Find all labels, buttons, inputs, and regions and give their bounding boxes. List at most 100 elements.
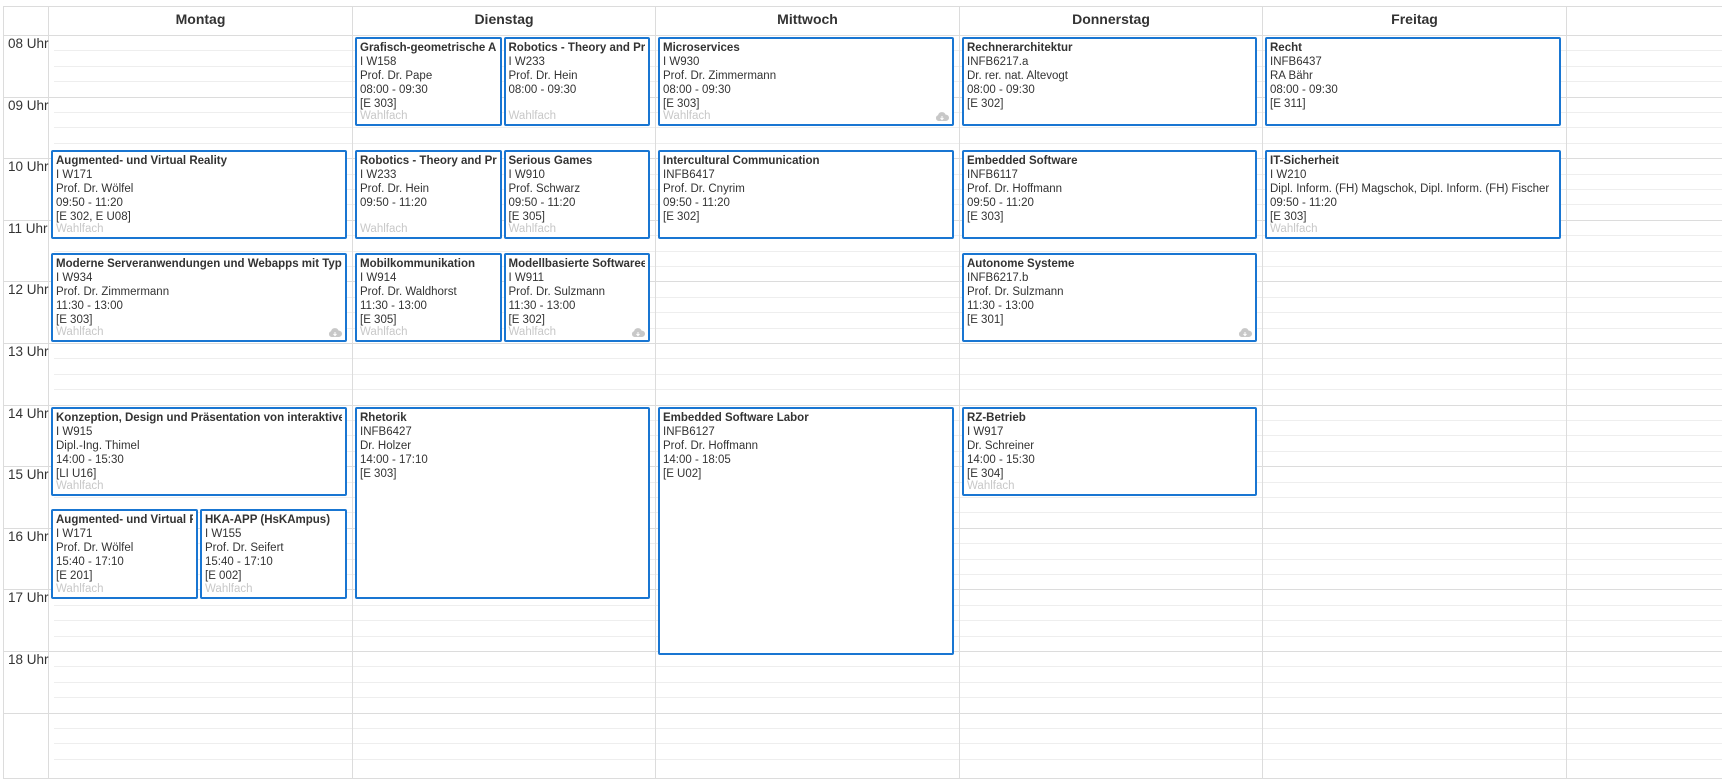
day-header-mittwoch: Mittwoch xyxy=(656,7,959,36)
course-time: 09:50 - 11:20 xyxy=(967,196,1034,209)
course-room: [E 303] xyxy=(967,210,1004,223)
course-code: I W910 xyxy=(508,168,545,181)
course-lecturer: Dr. Holzer xyxy=(360,439,412,452)
hour-label: 15 Uhr xyxy=(8,467,49,483)
day-header-dienstag: Dienstag xyxy=(353,7,655,36)
elective-badge: Wahlfach xyxy=(360,325,408,338)
course-lecturer: Prof. Dr. Hein xyxy=(508,70,578,82)
course-room: [E 303] xyxy=(360,98,397,110)
course-event[interactable]: Rhetorik INFB6427 Dr. Holzer 14:00 - 17:10[… xyxy=(355,406,650,599)
course-room: [E 303] xyxy=(1270,210,1307,223)
hour-label: 13 Uhr xyxy=(8,344,49,359)
course-code: I W915 xyxy=(56,425,93,438)
course-title: Embedded Software xyxy=(967,154,1078,167)
course-room: [E 302] xyxy=(663,210,700,223)
course-event[interactable]: Mobilkommunikation I W914 Prof. Dr. Waldho… xyxy=(355,252,502,342)
course-lecturer: Dr. rer. nat. Altevogt xyxy=(967,70,1068,82)
course-event[interactable]: RZ-Betrieb I W917 Dr. Schreiner 14:00 - 15:… xyxy=(962,406,1257,496)
course-code: I W233 xyxy=(360,168,397,181)
course-code: INFB6427 xyxy=(360,425,412,438)
course-time: 14:00 - 15:30 xyxy=(56,453,124,466)
hour-gridline xyxy=(4,343,1722,344)
course-room: [E 302] xyxy=(967,98,1004,110)
course-lecturer: Prof. Dr. Hein xyxy=(360,182,430,195)
elective-badge: Wahlfach xyxy=(360,223,408,236)
course-event[interactable]: Autonome Systeme INFB6217.b Prof. Dr. Sulz… xyxy=(962,252,1257,342)
hour-gridline xyxy=(4,712,1722,714)
course-event[interactable]: IT-Sicherheit I W210 Dipl. Inform. (FH) Ma… xyxy=(1265,149,1561,240)
course-event[interactable]: Embedded Software INFB6117 Prof. Dr. Hoffm… xyxy=(962,149,1257,240)
elective-badge: Wahlfach xyxy=(1270,223,1318,236)
course-time: 11:30 - 13:00 xyxy=(56,299,123,312)
hour-label: 12 Uhr xyxy=(8,282,49,298)
course-event[interactable]: Konzeption, Design und Präsentation von … xyxy=(51,406,347,496)
course-code: INFB6217.b xyxy=(967,271,1029,284)
course-event[interactable]: Robotics - Theory and PracticeI W233Prof… xyxy=(503,37,650,127)
course-time: 09:50 - 11:20 xyxy=(56,196,123,209)
course-lecturer: Prof. Dr. Sulzmann xyxy=(508,285,606,298)
course-event[interactable]: Grafisch-geometrische Algorithmen I W158 P… xyxy=(355,37,502,127)
day-column-divider xyxy=(1566,7,1567,778)
course-title: Augmented- und Virtual Reality xyxy=(56,514,193,527)
course-event[interactable]: HKA-APP (HsKAmpus) I W155 Prof. Dr. Seifer… xyxy=(200,509,347,599)
course-lecturer: Prof. Dr. Seifert xyxy=(205,542,284,555)
quarter-gridline xyxy=(54,758,1722,760)
course-lecturer: Prof. Schwarz xyxy=(508,182,581,195)
day-header-montag: Montag xyxy=(49,7,352,36)
course-event[interactable]: Modellbasierte SoftwareentwicklungI W911… xyxy=(503,252,650,342)
course-time: 15:40 - 17:10 xyxy=(56,556,124,569)
day-header-donnerstag: Donnerstag xyxy=(960,7,1262,36)
course-title: Rechnerarchitektur xyxy=(967,42,1073,54)
course-event[interactable]: Moderne Serveranwendungen und Webapps mi… xyxy=(51,252,347,342)
course-code: I W155 xyxy=(205,528,242,541)
course-title: Augmented- und Virtual Reality xyxy=(56,154,228,167)
hour-label: 08 Uhr xyxy=(8,36,49,51)
course-time: 14:00 - 15:30 xyxy=(967,453,1035,466)
course-event[interactable]: Augmented- und Virtual RealityI W171Prof… xyxy=(51,149,347,240)
quarter-gridline xyxy=(54,250,1722,252)
course-code: I W934 xyxy=(56,271,93,284)
quarter-gridline xyxy=(54,389,1722,391)
course-code: I W210 xyxy=(1270,168,1307,181)
course-event[interactable]: Embedded Software Labor INFB6127 Prof. Dr.… xyxy=(658,406,954,656)
course-event[interactable]: Augmented- und Virtual RealityI W171Prof… xyxy=(51,509,198,599)
course-time: 09:50 - 11:20 xyxy=(663,196,730,209)
course-time: 09:50 - 11:20 xyxy=(508,196,576,209)
course-code: I W911 xyxy=(508,271,545,284)
course-time: 09:50 - 11:20 xyxy=(360,196,427,209)
course-time: 11:30 - 13:00 xyxy=(508,299,576,312)
hour-label: 10 Uhr xyxy=(8,159,49,175)
course-lecturer: Dr. Schreiner xyxy=(967,439,1035,452)
course-lecturer: Dipl.-Ing. Thimel xyxy=(56,439,140,452)
course-title: Grafisch-geometrische Algorithmen xyxy=(360,42,497,54)
course-event[interactable]: Intercultural Communication INFB6417 Prof.… xyxy=(658,149,954,240)
course-lecturer: Prof. Dr. Sulzmann xyxy=(967,285,1064,298)
course-room: [E 302, E U08] xyxy=(56,210,131,223)
course-event[interactable]: Rechnerarchitektur INFB6217.a Dr. rer. nat… xyxy=(962,37,1257,127)
course-room: [E 304] xyxy=(967,467,1004,480)
course-code: I W917 xyxy=(967,425,1004,438)
day-column-divider xyxy=(352,7,353,778)
course-code: INFB6117 xyxy=(967,168,1018,181)
course-title: Konzeption, Design und Präsentation von … xyxy=(56,411,342,424)
course-time: 09:50 - 11:20 xyxy=(1270,196,1337,209)
elective-badge: Wahlfach xyxy=(56,479,104,492)
course-title: Intercultural Communication xyxy=(663,154,820,167)
day-header-freitag: Freitag xyxy=(1263,7,1566,36)
course-event[interactable]: Serious Games I W910 Prof. Schwarz 09:50 - … xyxy=(503,149,650,240)
course-lecturer: Prof. Dr. Pape xyxy=(360,70,433,82)
day-column-divider xyxy=(655,7,656,778)
course-title: HKA-APP (HsKAmpus) xyxy=(205,514,331,527)
course-event[interactable]: Robotics - Theory and PracticeI W233Prof… xyxy=(355,149,502,240)
quarter-gridline xyxy=(54,697,1722,699)
course-title: Robotics - Theory and Practice xyxy=(508,42,646,54)
elective-badge: Wahlfach xyxy=(967,479,1015,492)
elective-badge: Wahlfach xyxy=(56,325,104,338)
course-time: 08:00 - 09:30 xyxy=(663,84,731,96)
elective-badge: Wahlfach xyxy=(508,223,557,236)
course-event[interactable]: Microservices I W930 Prof. Dr. Zimmermann 0… xyxy=(658,37,954,127)
course-time: 08:00 - 09:30 xyxy=(1270,84,1338,96)
course-event[interactable]: Recht INFB6437 RA Bähr 08:00 - 09:30 [E 311] xyxy=(1265,37,1561,127)
course-room: [E 301] xyxy=(967,313,1004,326)
course-title: Moderne Serveranwendungen und Webapps mi… xyxy=(56,257,342,270)
